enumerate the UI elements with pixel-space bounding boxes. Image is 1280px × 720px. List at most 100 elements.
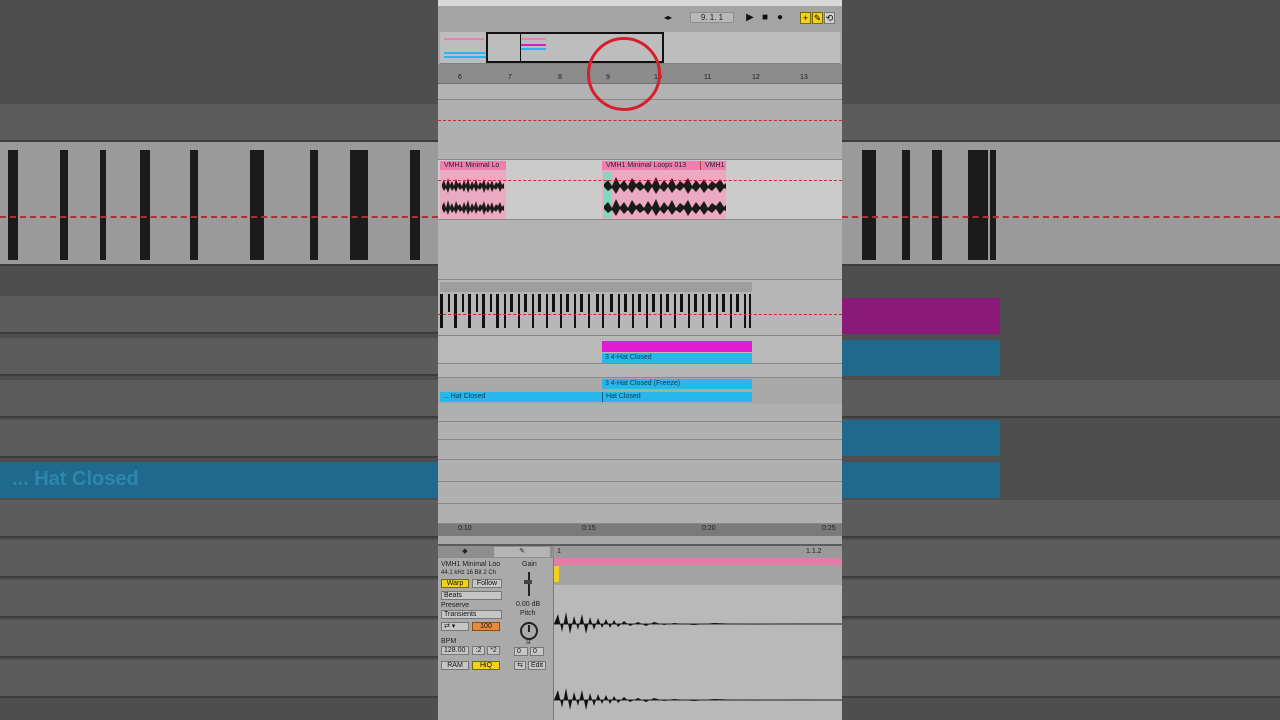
bg-blue-clip — [842, 420, 1000, 456]
double-tempo-button[interactable]: *2 — [487, 646, 500, 655]
bg-wave-mark — [250, 150, 264, 260]
reverse-icon[interactable]: ⇆ — [514, 661, 526, 670]
play-icon[interactable]: ▶ — [744, 12, 756, 24]
record-icon[interactable]: ● — [774, 12, 786, 24]
warp-button[interactable]: Warp — [441, 579, 469, 588]
bg-dashed-line — [0, 216, 438, 218]
gain-slider[interactable] — [528, 572, 530, 596]
bg-wave-mark — [8, 150, 18, 260]
gain-slider-handle[interactable] — [524, 580, 532, 584]
clip-name[interactable]: VMH1 Minimal Loo — [441, 561, 500, 568]
pitch-label: Pitch — [520, 610, 536, 617]
loop-brace[interactable] — [554, 558, 842, 565]
sample-ruler-end: 1.1.2 — [806, 548, 822, 555]
bg-wave-mark — [60, 150, 68, 260]
gain-value: 0.00 dB — [516, 601, 541, 608]
time-label: 0:20 — [702, 525, 716, 532]
bg-wave-mark — [310, 150, 318, 260]
sample-ruler[interactable]: 1 1.1.2 — [554, 546, 842, 558]
track-lane[interactable] — [438, 220, 842, 280]
warp-mode-select[interactable]: Beats — [441, 591, 502, 600]
pitch-cents[interactable]: 0 — [530, 647, 544, 656]
time-label: 0:15 — [582, 525, 596, 532]
pencil-icon[interactable]: ✎ — [812, 12, 823, 24]
arrow-left-icon[interactable]: ◂▸ — [662, 12, 674, 24]
bg-wave-mark — [100, 150, 106, 260]
sample-tab-icon[interactable]: ✎ — [494, 547, 550, 557]
audio-clip-1[interactable]: VMH1 Minimal Lo — [440, 161, 506, 170]
bg-row — [842, 104, 1280, 142]
annotation-circle — [587, 37, 661, 111]
bg-wave-mark — [862, 150, 876, 260]
ruler-tick: 12 — [752, 74, 760, 81]
clip-detail-view: ◆ ✎ VMH1 Minimal Loo 44.1 kHz 16 Bit 2 C… — [438, 544, 842, 720]
hat-clip-freeze[interactable]: 3 4-Hat Closed (Freeze) — [602, 379, 752, 389]
overview-clip — [444, 52, 488, 54]
automation-line — [438, 314, 842, 315]
pitch-knob-icon[interactable] — [520, 622, 538, 640]
stop-icon[interactable]: ■ — [759, 12, 771, 24]
bg-row — [0, 380, 438, 418]
track-lane[interactable] — [438, 422, 842, 440]
drum-clip-header[interactable] — [440, 282, 752, 292]
track-lane[interactable] — [438, 364, 842, 378]
bg-wave-mark — [932, 150, 942, 260]
preserve-label: Preserve — [441, 602, 470, 609]
hiq-button[interactable]: HiQ — [472, 661, 500, 670]
hat-clip-left[interactable]: ... Hat Closed — [440, 392, 602, 402]
pitch-semitones[interactable]: 0 — [514, 647, 528, 656]
magenta-clip[interactable] — [602, 341, 752, 352]
track-lane[interactable] — [438, 440, 842, 460]
half-tempo-button[interactable]: :2 — [472, 646, 485, 655]
drum-hits — [440, 294, 751, 328]
overview-clip — [444, 38, 484, 40]
edit-button[interactable]: Edit — [528, 661, 546, 670]
bg-wave-mark — [350, 150, 368, 260]
preserve-select[interactable]: Transients — [441, 610, 502, 619]
envelope-value[interactable]: 100 — [472, 622, 500, 631]
time-label: 0:25 — [822, 525, 836, 532]
start-marker[interactable] — [554, 566, 559, 582]
hat-clip-a[interactable]: 3 4-Hat Closed — [602, 353, 752, 363]
bg-wave-mark — [990, 150, 996, 260]
gain-label: Gain — [522, 561, 537, 568]
bg-wave-mark — [190, 150, 198, 260]
track-lane[interactable] — [438, 100, 842, 160]
ram-button[interactable]: RAM — [441, 661, 469, 670]
loop-mode-select[interactable]: ⇄ ▾ — [441, 622, 469, 631]
time-ruler[interactable]: 0:10 0:15 0:20 0:25 — [438, 524, 842, 536]
arrangement-view: ◂▸ 9. 1. 1 ▶ ■ ● + ✎ ⟲ 6 7 8 9 10 11 12 … — [438, 0, 842, 720]
bg-wave-mark — [902, 150, 910, 260]
bg-blue-clip — [842, 340, 1000, 376]
automation-line — [438, 120, 842, 121]
track-lane[interactable] — [438, 504, 842, 524]
track-lane[interactable] — [438, 404, 842, 422]
bg-blur-text: ... Hat Closed — [12, 468, 139, 490]
ruler-tick: 7 — [508, 74, 512, 81]
ruler-tick: 6 — [458, 74, 462, 81]
sample-waveform — [554, 612, 842, 710]
add-button[interactable]: + — [800, 12, 811, 24]
bg-row — [842, 540, 1280, 578]
bg-row — [0, 620, 438, 658]
hat-clip-right[interactable]: Hat Closed — [602, 392, 752, 402]
position-display[interactable]: 9. 1. 1 — [690, 12, 734, 23]
audio-clip-3[interactable]: VMH1 — [700, 161, 726, 170]
transport-bar: ◂▸ 9. 1. 1 ▶ ■ ● + ✎ ⟲ — [438, 0, 842, 32]
sample-marker-lane[interactable] — [554, 565, 842, 585]
track-lane[interactable] — [438, 482, 842, 504]
track-lane[interactable] — [438, 460, 842, 482]
bpm-label: BPM — [441, 638, 457, 645]
bg-row — [0, 338, 438, 376]
sample-editor[interactable]: 1 1.1.2 — [554, 546, 842, 720]
ruler-tick: 8 — [558, 74, 562, 81]
bpm-field[interactable]: 128.00 — [441, 646, 469, 655]
follow-button[interactable]: Follow — [472, 579, 502, 588]
overview-clip — [444, 56, 488, 58]
bg-row — [0, 296, 438, 334]
audio-clip-2[interactable]: VMH1 Minimal Loops 013 — [602, 161, 700, 170]
clip-tab-icon[interactable]: ◆ — [440, 547, 490, 557]
loop-icon[interactable]: ⟲ — [824, 12, 835, 24]
pitch-unit: st — [526, 640, 531, 646]
bg-row — [0, 660, 438, 698]
